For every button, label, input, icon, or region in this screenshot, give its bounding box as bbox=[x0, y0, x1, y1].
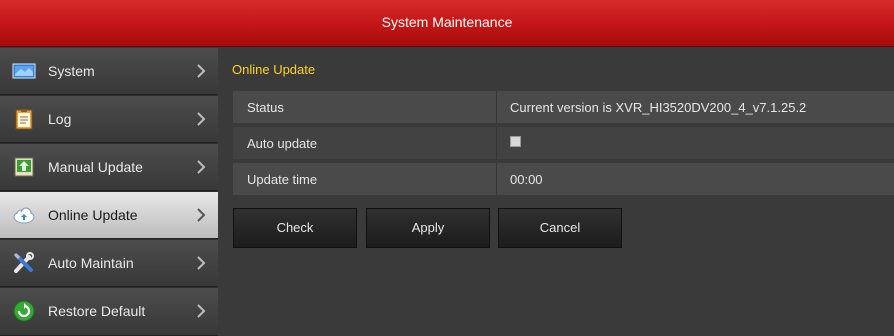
upload-arrow-icon bbox=[12, 156, 36, 178]
window-title: System Maintenance bbox=[381, 14, 513, 30]
chevron-right-icon bbox=[196, 255, 206, 271]
monitor-icon bbox=[12, 60, 36, 82]
sidebar-item-restore-default[interactable]: Restore Default bbox=[0, 288, 218, 336]
chevron-right-icon bbox=[196, 303, 206, 319]
sidebar-item-log[interactable]: Log bbox=[0, 96, 218, 143]
chevron-right-icon bbox=[196, 159, 206, 175]
update-time-row: Update time 00:00 bbox=[233, 163, 894, 196]
update-time-value-cell[interactable]: 00:00 bbox=[496, 163, 894, 196]
sidebar-item-label: Auto Maintain bbox=[48, 255, 134, 271]
sidebar-item-label: Restore Default bbox=[48, 303, 146, 319]
sidebar: System Log Manual Update Online Update A… bbox=[0, 48, 218, 336]
section-title: Online Update bbox=[232, 62, 316, 77]
sidebar-item-label: Online Update bbox=[48, 207, 138, 223]
sidebar-item-label: Log bbox=[48, 111, 72, 127]
update-time-label: Update time bbox=[247, 172, 318, 187]
status-label: Status bbox=[247, 100, 284, 115]
auto-update-value-cell bbox=[496, 127, 894, 160]
status-value-cell: Current version is XVR_HI3520DV200_4_v7.… bbox=[496, 91, 894, 124]
auto-update-label: Auto update bbox=[247, 136, 318, 151]
chevron-right-icon bbox=[196, 63, 206, 79]
check-button[interactable]: Check bbox=[233, 208, 357, 248]
sidebar-item-online-update[interactable]: Online Update bbox=[0, 192, 218, 239]
auto-update-row: Auto update bbox=[233, 127, 894, 160]
cancel-button[interactable]: Cancel bbox=[498, 208, 622, 248]
chevron-right-icon bbox=[196, 111, 206, 127]
sidebar-item-label: System bbox=[48, 63, 95, 79]
sidebar-item-system[interactable]: System bbox=[0, 48, 218, 95]
sidebar-item-label: Manual Update bbox=[48, 159, 143, 175]
status-value: Current version is XVR_HI3520DV200_4_v7.… bbox=[510, 100, 807, 115]
title-bar: System Maintenance bbox=[0, 0, 894, 47]
chevron-right-icon bbox=[196, 207, 206, 223]
cloud-icon bbox=[12, 204, 36, 226]
apply-button[interactable]: Apply bbox=[366, 208, 490, 248]
sidebar-item-auto-maintain[interactable]: Auto Maintain bbox=[0, 240, 218, 287]
tools-icon bbox=[12, 252, 36, 274]
restore-icon bbox=[12, 300, 36, 322]
main-panel: Online Update Status Current version is … bbox=[218, 48, 894, 336]
log-clipboard-icon bbox=[12, 108, 36, 130]
sidebar-item-manual-update[interactable]: Manual Update bbox=[0, 144, 218, 191]
status-row: Status Current version is XVR_HI3520DV20… bbox=[233, 91, 894, 124]
auto-update-checkbox[interactable] bbox=[510, 136, 521, 147]
update-time-field[interactable]: 00:00 bbox=[510, 172, 543, 187]
